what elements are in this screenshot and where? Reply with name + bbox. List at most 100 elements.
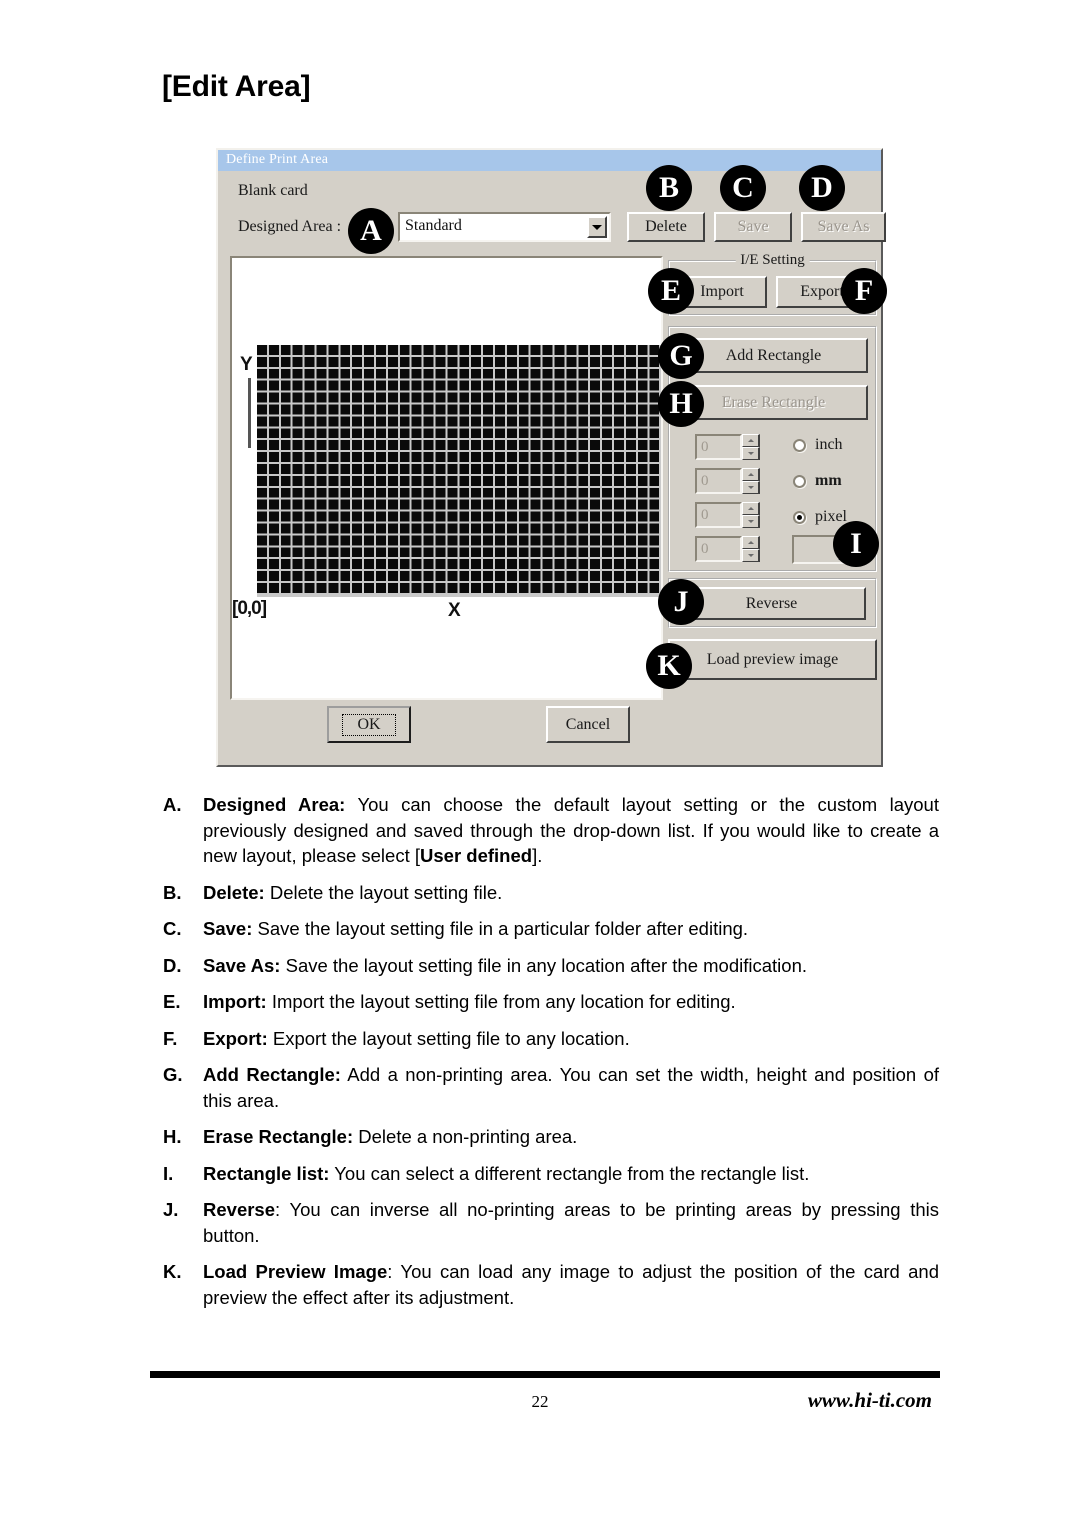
description-term: Rectangle list: — [203, 1162, 330, 1184]
page-title: [Edit Area] — [162, 70, 311, 103]
unit-label-mm: mm — [815, 472, 842, 489]
description-term: Save As: — [203, 954, 281, 976]
rect-width-input[interactable]: 0 — [695, 502, 742, 528]
rect-x-input[interactable]: 0 — [695, 434, 742, 460]
callout-g: G — [658, 333, 704, 379]
description-term: Add Rectangle: — [203, 1064, 341, 1086]
description-term: Reverse — [203, 1199, 276, 1221]
description-body: Designed Area: You can choose the defaul… — [203, 794, 939, 867]
ok-button-label: OK — [342, 713, 396, 736]
stepper-down-icon[interactable] — [742, 549, 760, 562]
rect-y-input[interactable]: 0 — [695, 468, 742, 494]
callout-c: C — [720, 165, 766, 211]
save-as-button[interactable]: Save As — [801, 212, 886, 242]
description-item: C. Save: Save the layout setting file in … — [163, 916, 939, 942]
callout-d: D — [799, 165, 845, 211]
ie-setting-legend: I/E Setting — [735, 252, 810, 269]
stepper-down-icon[interactable] — [742, 447, 760, 460]
description-key: J. — [163, 1199, 179, 1221]
description-term: Designed Area: — [203, 794, 346, 815]
add-rectangle-button[interactable]: Add Rectangle — [679, 338, 868, 373]
description-body: Reverse: You can inverse all no-printing… — [203, 1199, 939, 1246]
description-body: Save As: Save the layout setting file in… — [203, 954, 807, 976]
description-term: Import: — [203, 991, 267, 1013]
description-item: J. Reverse: You can inverse all no-printi… — [163, 1197, 939, 1248]
description-term: Export: — [203, 1027, 268, 1049]
description-list: A. Designed Area: You can choose the defa… — [163, 792, 939, 1321]
rect-height-stepper[interactable] — [742, 536, 760, 562]
footer-divider — [150, 1371, 940, 1378]
unit-radio-pixel[interactable]: pixel — [793, 508, 847, 526]
ok-button[interactable]: OK — [327, 706, 411, 743]
reverse-button[interactable]: Reverse — [677, 587, 866, 620]
stepper-up-icon[interactable] — [742, 468, 760, 481]
description-item: I. Rectangle list: You can select a diffe… — [163, 1161, 939, 1187]
callout-f: F — [841, 268, 887, 314]
unit-label-pixel: pixel — [815, 508, 847, 525]
description-body: Delete: Delete the layout setting file. — [203, 881, 503, 903]
rect-width-stepper[interactable] — [742, 502, 760, 528]
non-printing-grid — [257, 345, 661, 597]
description-body: Rectangle list: You can select a differe… — [203, 1162, 810, 1184]
description-body: Erase Rectangle: Delete a non-printing a… — [203, 1126, 578, 1148]
unit-label-inch: inch — [815, 436, 843, 453]
stepper-up-icon[interactable] — [742, 434, 760, 447]
blank-card-label: Blank card — [238, 182, 308, 199]
description-key: A. — [163, 794, 182, 815]
radio-icon[interactable] — [793, 510, 806, 524]
website-url: www.hi-ti.com — [807, 1388, 932, 1412]
cancel-button[interactable]: Cancel — [546, 706, 630, 743]
callout-k: K — [646, 643, 692, 689]
description-item: G. Add Rectangle: Add a non-printing area… — [163, 1062, 939, 1113]
dialog-title: Define Print Area — [226, 152, 329, 167]
stepper-up-icon[interactable] — [742, 502, 760, 515]
radio-icon[interactable] — [793, 438, 806, 452]
description-item: D. Save As: Save the layout setting file … — [163, 953, 939, 979]
preview-canvas[interactable]: Y X [0,0] — [230, 256, 663, 700]
stepper-up-icon[interactable] — [742, 536, 760, 549]
description-term: Save: — [203, 918, 253, 940]
save-button[interactable]: Save — [714, 212, 792, 242]
erase-rectangle-button[interactable]: Erase Rectangle — [679, 385, 868, 420]
origin-label: [0,0] — [232, 598, 267, 619]
delete-button[interactable]: Delete — [627, 212, 705, 242]
description-key: F. — [163, 1027, 178, 1049]
description-body: Import: Import the layout setting file f… — [203, 991, 736, 1013]
description-item: H. Erase Rectangle: Delete a non-printing… — [163, 1124, 939, 1150]
y-axis-line — [248, 378, 251, 448]
chevron-down-icon[interactable] — [587, 216, 607, 238]
description-key: G. — [163, 1064, 183, 1086]
description-body: Load Preview Image: You can load any ima… — [203, 1261, 939, 1308]
description-key: C. — [163, 918, 182, 940]
description-body: Save: Save the layout setting file in a … — [203, 918, 749, 940]
callout-j: J — [658, 579, 704, 625]
description-item: K. Load Preview Image: You can load any i… — [163, 1259, 939, 1310]
description-key: B. — [163, 881, 182, 903]
description-term: Delete: — [203, 881, 265, 903]
description-key: K. — [163, 1261, 182, 1283]
designed-area-value: Standard — [405, 217, 462, 234]
designed-area-combobox[interactable]: Standard — [398, 212, 611, 242]
description-key: E. — [163, 991, 181, 1013]
description-term: Erase Rectangle: — [203, 1126, 354, 1148]
unit-radio-mm[interactable]: mm — [793, 472, 842, 490]
description-item: A. Designed Area: You can choose the defa… — [163, 792, 939, 869]
description-body: Export: Export the layout setting file t… — [203, 1027, 630, 1049]
rect-x-stepper[interactable] — [742, 434, 760, 460]
load-preview-image-button[interactable]: Load preview image — [668, 639, 877, 680]
description-item: F. Export: Export the layout setting file… — [163, 1026, 939, 1052]
x-axis-label: X — [448, 600, 461, 621]
unit-radio-inch[interactable]: inch — [793, 436, 843, 454]
radio-icon[interactable] — [793, 474, 806, 488]
rect-height-input[interactable]: 0 — [695, 536, 742, 562]
callout-e: E — [648, 268, 694, 314]
callout-h: H — [658, 381, 704, 427]
description-key: D. — [163, 954, 182, 976]
stepper-down-icon[interactable] — [742, 481, 760, 494]
y-axis-label: Y — [240, 354, 253, 375]
description-emphasis: User defined — [420, 845, 533, 867]
description-body: Add Rectangle: Add a non-printing area. … — [203, 1064, 939, 1111]
rect-y-stepper[interactable] — [742, 468, 760, 494]
stepper-down-icon[interactable] — [742, 515, 760, 528]
dialog-titlebar: Define Print Area — [218, 150, 881, 171]
